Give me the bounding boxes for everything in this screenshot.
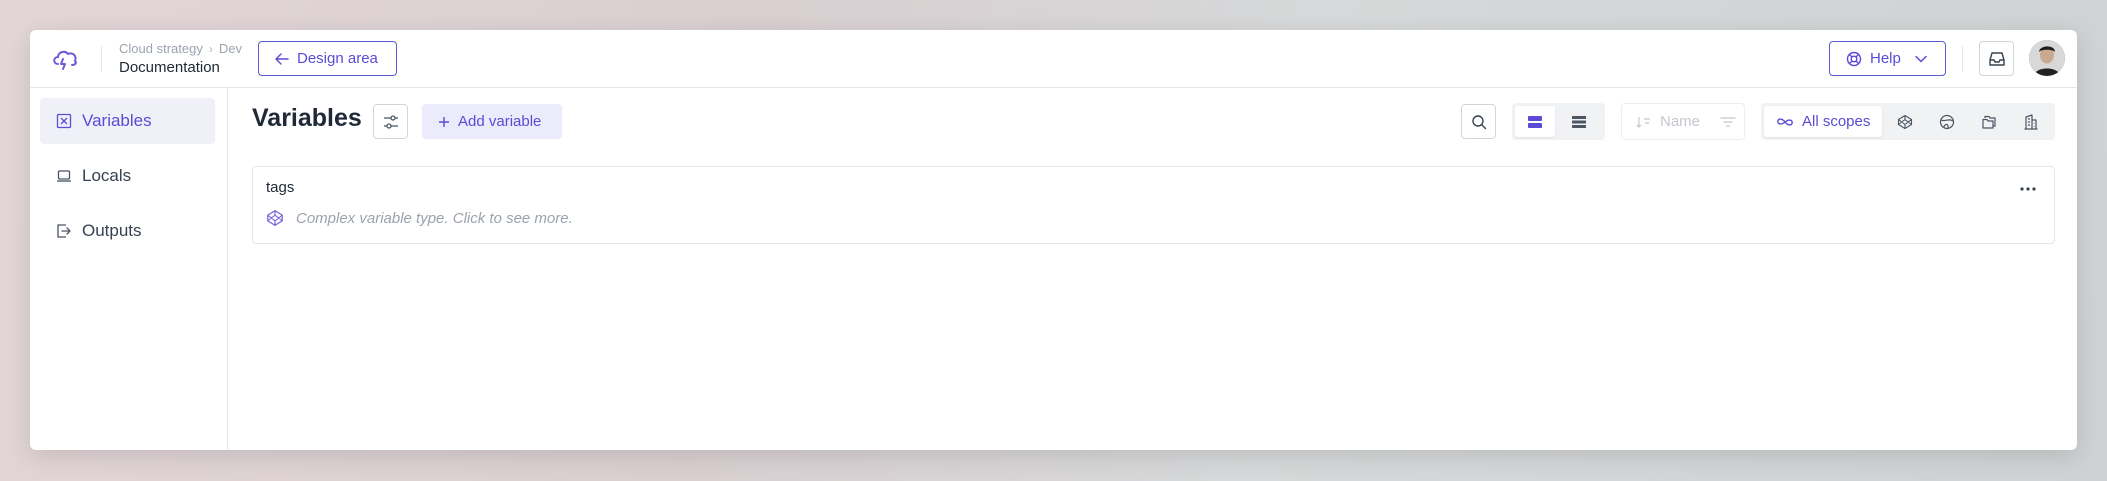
building-icon [2024, 113, 2038, 130]
more-options-button[interactable] [2016, 179, 2040, 199]
variable-card[interactable]: tags Complex variable type. Click to see… [252, 166, 2055, 244]
sort-control[interactable]: Name [1621, 103, 1745, 140]
app-window: Cloud strategy › Dev Documentation Desig… [30, 30, 2077, 450]
lifebuoy-icon [1846, 51, 1862, 66]
chevron-right-icon: › [208, 41, 213, 56]
search-icon [1471, 114, 1486, 129]
folders-icon [1982, 115, 1996, 129]
inbox-button[interactable] [1979, 41, 2014, 76]
all-scopes-option[interactable]: All scopes [1764, 106, 1883, 137]
header-divider [101, 46, 102, 72]
search-button[interactable] [1461, 104, 1496, 139]
all-scopes-label: All scopes [1802, 113, 1871, 130]
laptop-icon [57, 170, 71, 182]
sidebar-item-label: Variables [82, 111, 152, 130]
arrow-left-icon [275, 52, 289, 65]
sidebar-item-outputs[interactable]: Outputs [40, 208, 215, 254]
sidebar-item-locals[interactable]: Locals [40, 153, 215, 199]
sidebar-item-label: Outputs [82, 221, 142, 240]
design-area-label: Design area [297, 50, 378, 67]
top-header: Cloud strategy › Dev Documentation Desig… [30, 30, 2077, 88]
avatar-image [2029, 40, 2065, 76]
variable-name: tags [266, 179, 295, 196]
more-horizontal-icon [2020, 187, 2036, 191]
help-label: Help [1870, 50, 1901, 67]
list-view-option[interactable] [1559, 106, 1599, 137]
add-variable-label: Add variable [458, 113, 542, 130]
variable-description-text: Complex variable type. Click to see more… [296, 209, 573, 227]
user-avatar[interactable] [2029, 40, 2065, 76]
sort-label: Name [1660, 113, 1701, 130]
scope-folder-option[interactable] [1970, 106, 2008, 137]
scope-filter: All scopes [1761, 103, 2055, 140]
cloud-logo-icon[interactable] [50, 46, 80, 72]
codepen-icon [267, 210, 283, 226]
sidebar-item-label: Locals [82, 166, 132, 185]
design-area-button[interactable]: Design area [258, 41, 397, 76]
scope-component-option[interactable] [1886, 106, 1924, 137]
sort-az-icon [1636, 116, 1650, 128]
inbox-icon [1988, 51, 2005, 66]
output-icon [57, 224, 71, 238]
filter-settings-button[interactable] [373, 104, 408, 139]
filter-lines-icon [1720, 116, 1736, 127]
scope-global-option[interactable] [1928, 106, 1966, 137]
header-divider-right [1962, 46, 1963, 72]
card-view-icon [1528, 115, 1542, 128]
page-title: Variables [252, 104, 362, 132]
view-toggle [1512, 103, 1605, 140]
sidebar-item-variables[interactable]: Variables [40, 98, 215, 144]
breadcrumb: Cloud strategy › Dev Documentation [119, 41, 242, 76]
breadcrumb-current[interactable]: Dev [219, 41, 242, 56]
codepen-icon [1898, 114, 1913, 129]
main-content: Variables Add variable Name All scopes t… [228, 88, 2077, 450]
globe-icon [1940, 114, 1955, 129]
scope-building-option[interactable] [2012, 106, 2050, 137]
variable-icon [56, 113, 72, 129]
list-view-icon [1572, 115, 1586, 128]
variable-description[interactable]: Complex variable type. Click to see more… [266, 209, 573, 227]
card-view-option[interactable] [1515, 106, 1555, 137]
add-variable-button[interactable]: Add variable [422, 104, 562, 139]
help-button[interactable]: Help [1829, 41, 1946, 76]
chevron-down-icon [1915, 55, 1927, 63]
sliders-icon [383, 114, 398, 129]
page-subtitle: Documentation [119, 59, 220, 76]
plus-icon [439, 116, 449, 127]
breadcrumb-parent[interactable]: Cloud strategy [119, 41, 203, 56]
sidebar: Variables Locals Outputs [30, 88, 228, 450]
infinity-icon [1777, 117, 1793, 126]
